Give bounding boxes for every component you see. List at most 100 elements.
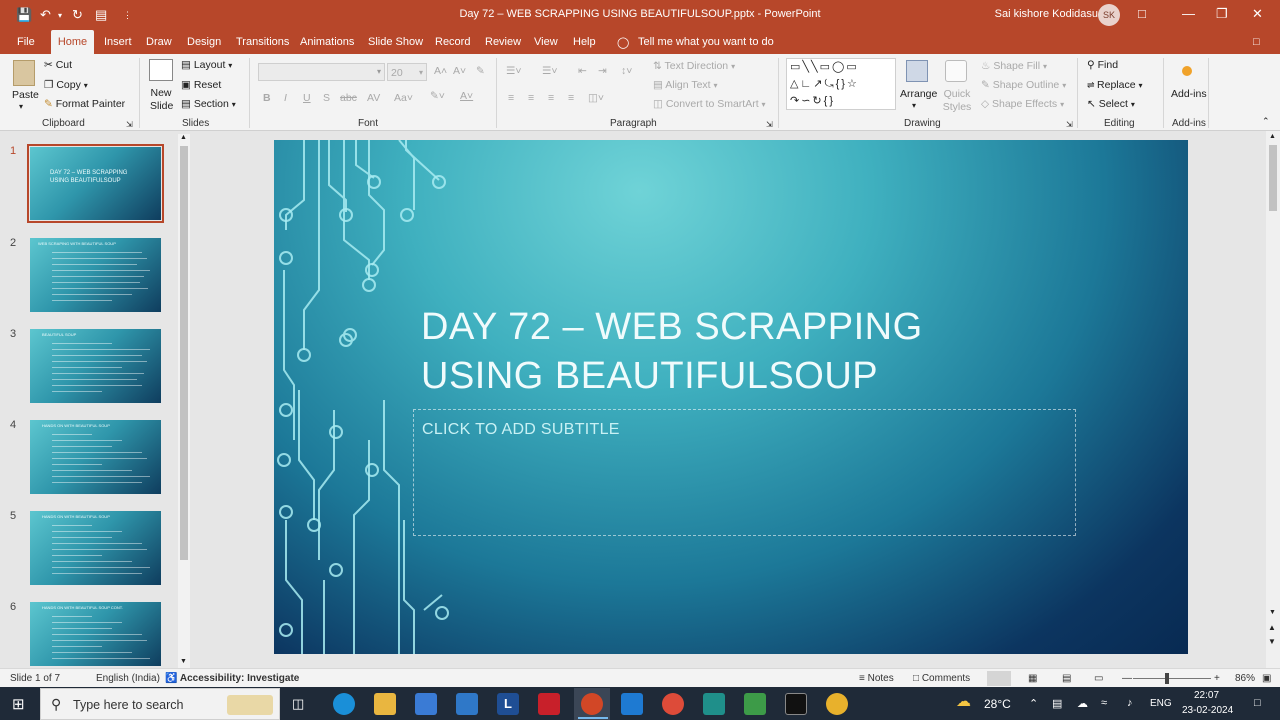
slide-thumbnail-1[interactable]: DAY 72 – WEB SCRAPPING USING BEAUTIFULSO… (30, 147, 161, 220)
app-icon[interactable] (703, 693, 725, 715)
clipboard-launcher-icon[interactable]: ⇲ (126, 120, 133, 129)
strikethrough-icon[interactable]: abc (340, 92, 357, 104)
drawing-launcher-icon[interactable]: ⇲ (1066, 120, 1073, 129)
weather-icon[interactable]: ☁ (956, 692, 971, 710)
arrange-dropdown-icon[interactable]: ▾ (912, 101, 916, 110)
notes-button[interactable]: ≡ Notes (859, 673, 894, 684)
quick-styles-icon[interactable] (945, 60, 967, 82)
fit-to-window-icon[interactable]: ▣ (1262, 673, 1271, 684)
chrome-profile-icon[interactable] (826, 693, 848, 715)
notifications-icon[interactable]: □ (1254, 697, 1261, 709)
columns-icon[interactable]: ◫˅ (588, 92, 604, 104)
select-button[interactable]: ↖ Select ▾ (1087, 98, 1135, 110)
tab-review[interactable]: Review (485, 36, 521, 48)
tab-view[interactable]: View (534, 36, 558, 48)
tab-design[interactable]: Design (187, 36, 221, 48)
line-spacing-icon[interactable]: ↕˅ (621, 65, 632, 77)
excel-icon[interactable] (744, 693, 766, 715)
add-ins-icon[interactable] (1182, 66, 1192, 76)
convert-smartart-button[interactable]: ◫ Convert to SmartArt ▾ (653, 98, 766, 110)
decrease-indent-icon[interactable]: ⇤ (578, 65, 587, 77)
paste-dropdown-icon[interactable]: ▾ (19, 102, 23, 111)
quick-styles-button[interactable]: Quick Styles (941, 88, 973, 114)
mcafee-icon[interactable] (538, 693, 560, 715)
language-indicator[interactable]: English (India) (96, 673, 160, 684)
network-icon[interactable]: ▤ (1052, 697, 1062, 710)
italic-icon[interactable]: I (284, 92, 287, 104)
subtitle-placeholder-box[interactable]: CLICK TO ADD SUBTITLE (413, 409, 1076, 536)
tell-me-search[interactable]: Tell me what you want to do (638, 36, 774, 48)
avatar[interactable]: SK (1098, 4, 1120, 26)
zoom-out-icon[interactable]: — (1122, 673, 1132, 684)
format-painter-button[interactable]: ✎ Format Painter (44, 98, 125, 110)
align-center-icon[interactable]: ≡ (528, 92, 534, 104)
increase-font-size-icon[interactable]: A˄ (434, 65, 447, 77)
align-text-button[interactable]: ▤ Align Text ▾ (653, 79, 718, 91)
slide-thumbnail-5[interactable]: HANDS ON WITH BEAUTIFUL SOUP (30, 511, 161, 585)
tab-record[interactable]: Record (435, 36, 470, 48)
task-view-icon[interactable]: ◫ (292, 696, 304, 712)
language-indicator[interactable]: ENG (1150, 698, 1172, 709)
reading-view-icon[interactable]: ▤ (1062, 673, 1071, 684)
shadow-icon[interactable]: S (323, 92, 330, 104)
vscode-icon[interactable] (621, 693, 643, 715)
show-hidden-icons[interactable]: ⌃ (1029, 697, 1038, 710)
justify-icon[interactable]: ≡ (568, 92, 574, 104)
tab-animations[interactable]: Animations (300, 36, 354, 48)
tab-transitions[interactable]: Transitions (236, 36, 289, 48)
tab-help[interactable]: Help (573, 36, 596, 48)
replace-button[interactable]: ⇌ Replace ▾ (1087, 79, 1143, 91)
font-size-select[interactable]: 20 ▾ (387, 63, 427, 81)
tab-insert[interactable]: Insert (104, 36, 132, 48)
slide-thumbnail-4[interactable]: HANDS ON WITH BEAUTIFUL SOUP (30, 420, 161, 494)
section-button[interactable]: ▤ Section ▾ (181, 98, 236, 110)
text-direction-button[interactable]: ⇅ Text Direction ▾ (653, 60, 735, 72)
zoom-in-icon[interactable]: + (1214, 673, 1220, 684)
character-spacing-icon[interactable]: AV (367, 92, 380, 104)
cut-button[interactable]: ✂ Cut (44, 59, 72, 71)
normal-view-icon[interactable] (987, 671, 1011, 686)
shapes-gallery[interactable]: ▭╲╲▭◯▭ △∟↗⤿{}☆ ↷∽↻{} (786, 58, 896, 110)
tab-home[interactable]: Home (51, 30, 94, 55)
shape-fill-button[interactable]: ♨ Shape Fill ▾ (981, 60, 1047, 72)
clock-date[interactable]: 23-02-2024 (1182, 705, 1233, 716)
slide-thumbnail-6[interactable]: HANDS ON WITH BEAUTIFUL SOUP CONT. (30, 602, 161, 666)
minimize-icon[interactable]: — (1182, 6, 1195, 21)
paste-button[interactable]: Paste (12, 89, 39, 101)
windows-start-icon[interactable]: ⊞ (12, 695, 25, 713)
scroll-thumb[interactable] (1269, 145, 1277, 211)
clock-time[interactable]: 22:07 (1194, 690, 1219, 701)
tab-slide-show[interactable]: Slide Show (368, 36, 423, 48)
arrange-button[interactable]: Arrange (900, 88, 937, 100)
align-left-icon[interactable]: ≡ (508, 92, 514, 104)
previous-slide-icon[interactable]: ▲ (1268, 623, 1276, 632)
tab-draw[interactable]: Draw (146, 36, 172, 48)
shape-effects-button[interactable]: ◇ Shape Effects ▾ (981, 98, 1064, 110)
font-color-icon[interactable]: A˅ (460, 90, 473, 102)
zoom-level[interactable]: 86% (1235, 673, 1255, 684)
copy-dropdown-icon[interactable]: ▾ (84, 81, 88, 90)
close-icon[interactable]: ✕ (1252, 6, 1263, 22)
ribbon-display-icon[interactable]: □ (1138, 6, 1146, 21)
increase-indent-icon[interactable]: ⇥ (598, 65, 607, 77)
highlight-icon[interactable]: ✎˅ (430, 90, 445, 102)
accessibility-checker[interactable]: ♿ Accessibility: Investigate (165, 673, 299, 684)
tab-file[interactable]: File (17, 36, 35, 48)
slide-title[interactable]: DAY 72 – WEB SCRAPPING USING BEAUTIFULSO… (421, 303, 1041, 401)
slide-thumbnail-3[interactable]: BEAUTIFUL SOUP (30, 329, 161, 403)
slide-canvas[interactable]: DAY 72 – WEB SCRAPPING USING BEAUTIFULSO… (274, 140, 1188, 654)
collapse-ribbon-icon[interactable]: ⌃ (1262, 116, 1270, 127)
align-right-icon[interactable]: ≡ (548, 92, 554, 104)
comments-button[interactable]: □ Comments (913, 673, 970, 684)
cloud-icon[interactable]: ☁ (1077, 697, 1088, 710)
scroll-down-icon[interactable]: ▼ (180, 658, 187, 665)
arrange-icon[interactable] (906, 60, 928, 82)
numbering-icon[interactable]: ☰˅ (542, 65, 558, 77)
slide-sorter-icon[interactable]: ▦ (1028, 673, 1037, 684)
chrome-icon[interactable] (662, 693, 684, 715)
editor-scrollbar[interactable]: ▲ ▼ ▲ ▼ (1266, 131, 1280, 668)
copy-button[interactable]: ❐ Copy ▾ (44, 79, 88, 91)
zoom-slider-thumb[interactable] (1165, 673, 1169, 684)
paragraph-launcher-icon[interactable]: ⇲ (766, 120, 773, 129)
find-button[interactable]: ⚲ Find (1087, 59, 1118, 71)
